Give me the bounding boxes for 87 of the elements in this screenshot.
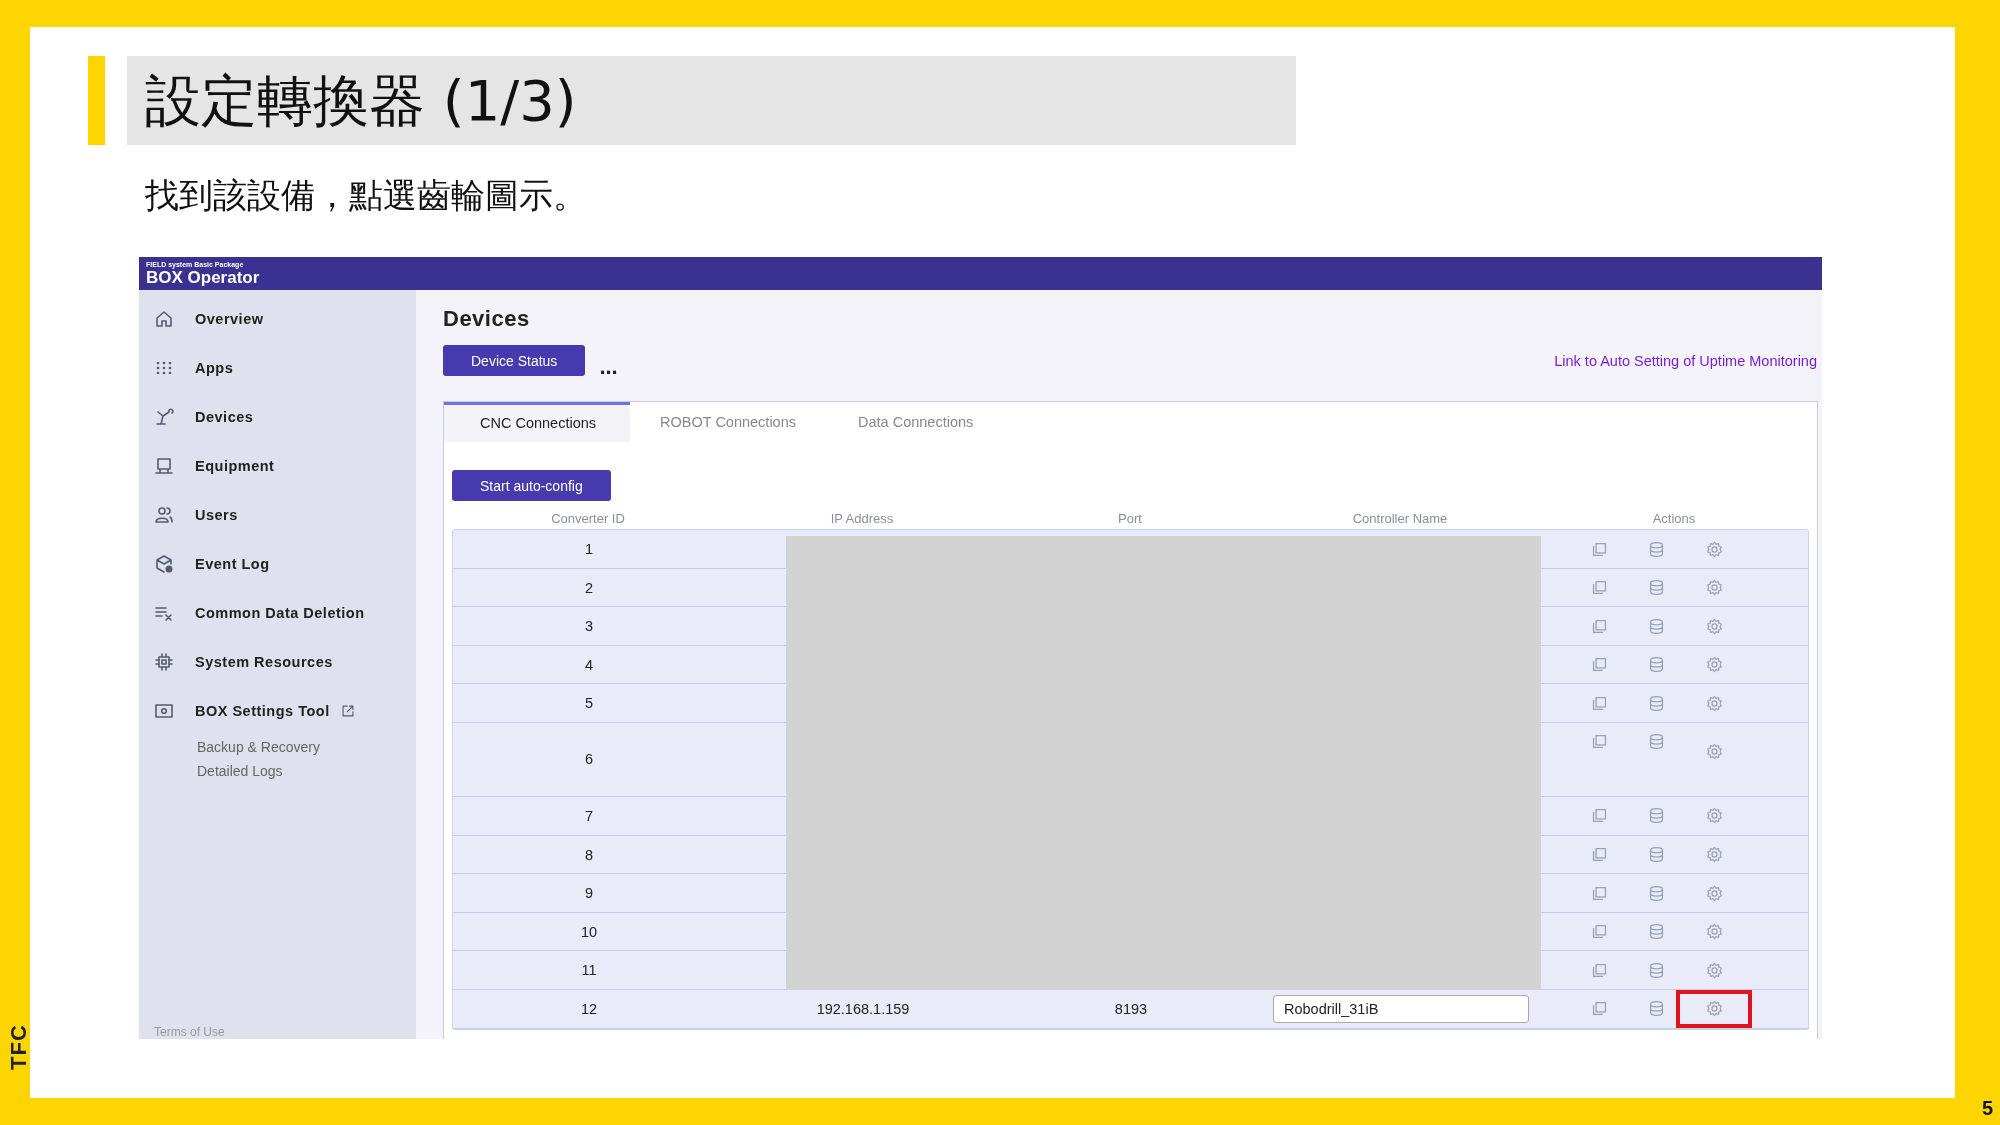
sidebar-item[interactable]: Common Data Deletion — [139, 588, 416, 637]
copy-icon[interactable] — [1591, 617, 1608, 635]
table-cell: 11 — [581, 962, 597, 979]
copy-icon[interactable] — [1591, 540, 1608, 558]
database-icon[interactable] — [1648, 923, 1665, 941]
settings-icon[interactable] — [1705, 617, 1723, 635]
settings-icon[interactable] — [1705, 540, 1723, 558]
copy-icon[interactable] — [1591, 846, 1608, 864]
database-icon[interactable] — [1648, 540, 1665, 558]
copy-icon[interactable] — [1591, 656, 1608, 674]
column-header: Controller Name — [1351, 510, 1449, 528]
database-icon[interactable] — [1648, 961, 1665, 979]
copy-icon[interactable] — [1591, 732, 1608, 750]
page-number: 5 — [1981, 1097, 1993, 1120]
uptime-link[interactable]: Link to Auto Setting of Uptime Monitoring — [1554, 352, 1817, 369]
table-cell: 3 — [584, 618, 594, 635]
copy-icon[interactable] — [1591, 579, 1608, 597]
settings-icon[interactable] — [1705, 743, 1723, 761]
monitor-icon — [154, 455, 174, 476]
robot-arm-icon — [154, 406, 174, 427]
copy-icon[interactable] — [1591, 961, 1608, 979]
sidebar-item[interactable]: Devices — [139, 392, 416, 441]
settings-icon[interactable] — [1705, 807, 1723, 825]
sidebar-item[interactable]: Users — [139, 490, 416, 539]
tab[interactable]: CNC Connections — [444, 402, 631, 442]
settings-icon[interactable] — [1705, 1000, 1723, 1018]
sidebar-item[interactable]: System Resources — [139, 637, 416, 686]
copy-icon[interactable] — [1591, 807, 1608, 825]
tab[interactable]: Data Connections — [834, 402, 1006, 442]
start-auto-config-button[interactable]: Start auto-config — [452, 470, 611, 501]
column-header: Port — [1117, 510, 1143, 528]
external-link-icon — [340, 703, 355, 718]
database-icon[interactable] — [1648, 732, 1665, 750]
table-cell: 7 — [584, 807, 594, 824]
database-icon[interactable] — [1648, 617, 1665, 635]
copy-icon[interactable] — [1591, 694, 1608, 712]
chip-icon — [154, 651, 174, 672]
users-icon — [154, 504, 174, 525]
database-icon[interactable] — [1648, 884, 1665, 902]
device-status-button[interactable]: Device Status — [443, 345, 586, 376]
table-cell: 1 — [584, 541, 594, 557]
controller-name-field[interactable]: Robodrill_31iB — [1273, 994, 1529, 1023]
settings-icon[interactable] — [1705, 579, 1723, 597]
database-icon[interactable] — [1648, 846, 1665, 864]
table-cell: 8193 — [1114, 1000, 1148, 1017]
product-name: BOX Operator — [146, 269, 261, 286]
table-cell: 9 — [584, 885, 594, 902]
settings-icon[interactable] — [1705, 656, 1723, 674]
sidebar-subitem[interactable]: Backup & Recovery — [139, 735, 416, 759]
table-cell: 192.168.1.159 — [816, 1000, 910, 1017]
sidebar-item[interactable]: BOX Settings Tool — [139, 686, 416, 735]
column-header: Converter ID — [550, 510, 626, 528]
home-icon — [154, 308, 174, 329]
database-icon[interactable] — [1648, 694, 1665, 712]
copy-icon[interactable] — [1591, 884, 1608, 902]
sidebar-item[interactable]: Event Log — [139, 539, 416, 588]
slide-subtitle: 找到該設備，點選齒輪圖示。 — [145, 174, 588, 217]
logo: TFC — [5, 1024, 32, 1070]
table-cell: 10 — [580, 923, 598, 940]
copy-icon[interactable] — [1591, 923, 1608, 941]
sidebar-item[interactable]: Apps — [139, 343, 416, 392]
table-cell: 8 — [584, 846, 594, 863]
table-cell: 5 — [584, 695, 594, 712]
table-cell: 12 — [580, 1000, 598, 1017]
tab[interactable]: ROBOT Connections — [636, 402, 828, 442]
column-header: Actions — [1651, 510, 1697, 528]
settings-icon[interactable] — [1705, 884, 1723, 902]
database-icon[interactable] — [1648, 656, 1665, 674]
sidebar-item[interactable]: Overview — [139, 294, 416, 343]
database-icon[interactable] — [1648, 807, 1665, 825]
cube-clock-icon — [154, 553, 174, 574]
table-cell: 4 — [584, 656, 594, 673]
sidebar-subitem[interactable]: Detailed Logs — [139, 759, 416, 783]
slide-title: 設定轉換器 (1/3) — [127, 56, 1296, 145]
database-icon[interactable] — [1648, 579, 1665, 597]
table-cell: 2 — [584, 579, 594, 596]
settings-icon[interactable] — [1705, 846, 1723, 864]
column-header: IP Address — [829, 510, 895, 528]
settings-icon[interactable] — [1705, 961, 1723, 979]
table-cell: 6 — [584, 751, 594, 768]
settings-icon[interactable] — [1705, 694, 1723, 712]
database-icon[interactable] — [1648, 1000, 1665, 1018]
sidebar-item[interactable]: Equipment — [139, 441, 416, 490]
more-button[interactable]: ... — [599, 362, 618, 376]
copy-icon[interactable] — [1591, 1000, 1608, 1018]
settings-icon[interactable] — [1705, 923, 1723, 941]
page-title: Devices — [443, 306, 531, 332]
